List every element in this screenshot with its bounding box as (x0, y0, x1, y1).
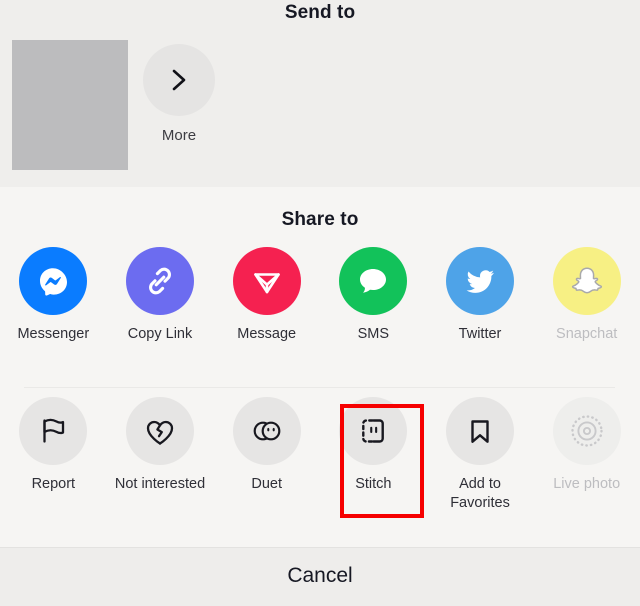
broken-heart-icon (141, 412, 179, 450)
action-label-report: Report (31, 476, 76, 492)
link-icon (140, 261, 180, 301)
more-label: More (161, 127, 197, 144)
bookmark-icon (463, 414, 497, 448)
snapchat-ghost-icon (566, 260, 608, 302)
send-plane-icon (247, 261, 287, 301)
action-item-add-to-favorites[interactable]: Add to Favorites (427, 397, 534, 513)
send-to-section: Send to More (0, 0, 640, 187)
more-circle (143, 44, 215, 116)
twitter-circle (446, 247, 515, 315)
share-label-twitter: Twitter (458, 326, 502, 342)
action-item-live-photo[interactable]: Live photo (533, 397, 640, 513)
share-item-copy-link[interactable]: Copy Link (107, 247, 214, 344)
share-label-snapchat: Snapchat (556, 326, 618, 342)
row-divider (24, 387, 615, 388)
share-label-sms: SMS (357, 326, 390, 342)
copy-link-circle (126, 247, 194, 315)
share-to-section: Share to Messenger Copy Link Message SMS… (0, 187, 640, 547)
more-button[interactable]: More (143, 44, 215, 144)
snapchat-circle (552, 247, 621, 315)
action-label-live-photo: Live photo (553, 476, 621, 492)
share-label-copy-link: Copy Link (127, 326, 193, 342)
stitch-icon (355, 413, 391, 449)
cancel-button[interactable]: Cancel (0, 547, 640, 606)
chevron-right-icon (164, 65, 194, 95)
stitch-circle (339, 397, 408, 465)
chat-bubble-icon (351, 259, 395, 303)
add-to-favorites-circle (446, 397, 515, 465)
sms-circle (339, 247, 408, 315)
action-item-report[interactable]: Report (0, 397, 107, 513)
action-item-not-interested[interactable]: Not interested (107, 397, 214, 513)
action-item-duet[interactable]: Duet (213, 397, 320, 513)
action-label-add-to-favorites: Add to Favorites (450, 476, 510, 511)
share-item-twitter[interactable]: Twitter (427, 247, 534, 344)
share-item-sms[interactable]: SMS (320, 247, 427, 344)
share-item-messenger[interactable]: Messenger (0, 247, 107, 344)
share-label-messenger: Messenger (17, 326, 90, 342)
message-circle (232, 247, 301, 315)
action-label-duet: Duet (251, 476, 282, 492)
flag-icon (35, 413, 71, 449)
not-interested-circle (126, 397, 194, 465)
share-apps-row: Messenger Copy Link Message SMS Twitter … (0, 247, 640, 344)
messenger-circle (19, 247, 88, 315)
cancel-label: Cancel (287, 564, 353, 587)
actions-row: Report Not interested Duet Stitch Add to… (0, 397, 640, 513)
share-label-message: Message (237, 326, 297, 342)
share-to-title: Share to (281, 209, 359, 230)
report-circle (19, 397, 88, 465)
duet-circles-icon (248, 412, 286, 450)
messenger-icon (31, 259, 75, 303)
twitter-bird-icon (460, 261, 500, 301)
live-photo-icon (567, 411, 607, 451)
share-item-snapchat[interactable]: Snapchat (533, 247, 640, 344)
live-photo-circle (552, 397, 621, 465)
send-to-row: More (0, 40, 640, 180)
action-item-stitch[interactable]: Stitch (320, 397, 427, 513)
action-label-stitch: Stitch (355, 476, 392, 492)
contact-thumbnail-placeholder[interactable] (12, 40, 128, 170)
share-item-message[interactable]: Message (213, 247, 320, 344)
duet-circle (232, 397, 301, 465)
send-to-title: Send to (284, 2, 356, 23)
action-label-not-interested: Not interested (114, 476, 206, 492)
